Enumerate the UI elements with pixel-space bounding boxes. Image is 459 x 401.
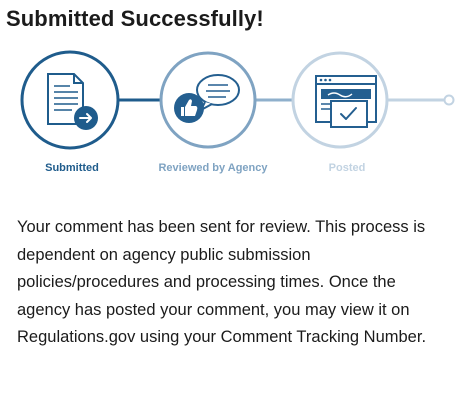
confirmation-message: Your comment has been sent for review. T… bbox=[17, 218, 427, 346]
browser-posted-icon bbox=[315, 75, 377, 128]
progress-end-dot bbox=[443, 94, 455, 106]
step-label-posted: Posted bbox=[328, 162, 366, 174]
page-title: Submitted Successfully! bbox=[6, 6, 264, 31]
step-posted bbox=[291, 51, 389, 149]
step-submitted bbox=[20, 50, 120, 150]
step-label-reviewed-by-agency: Reviewed by Agency bbox=[158, 162, 268, 174]
step-reviewed-by-agency bbox=[159, 51, 257, 149]
step-label-submitted: Submitted bbox=[45, 162, 99, 174]
